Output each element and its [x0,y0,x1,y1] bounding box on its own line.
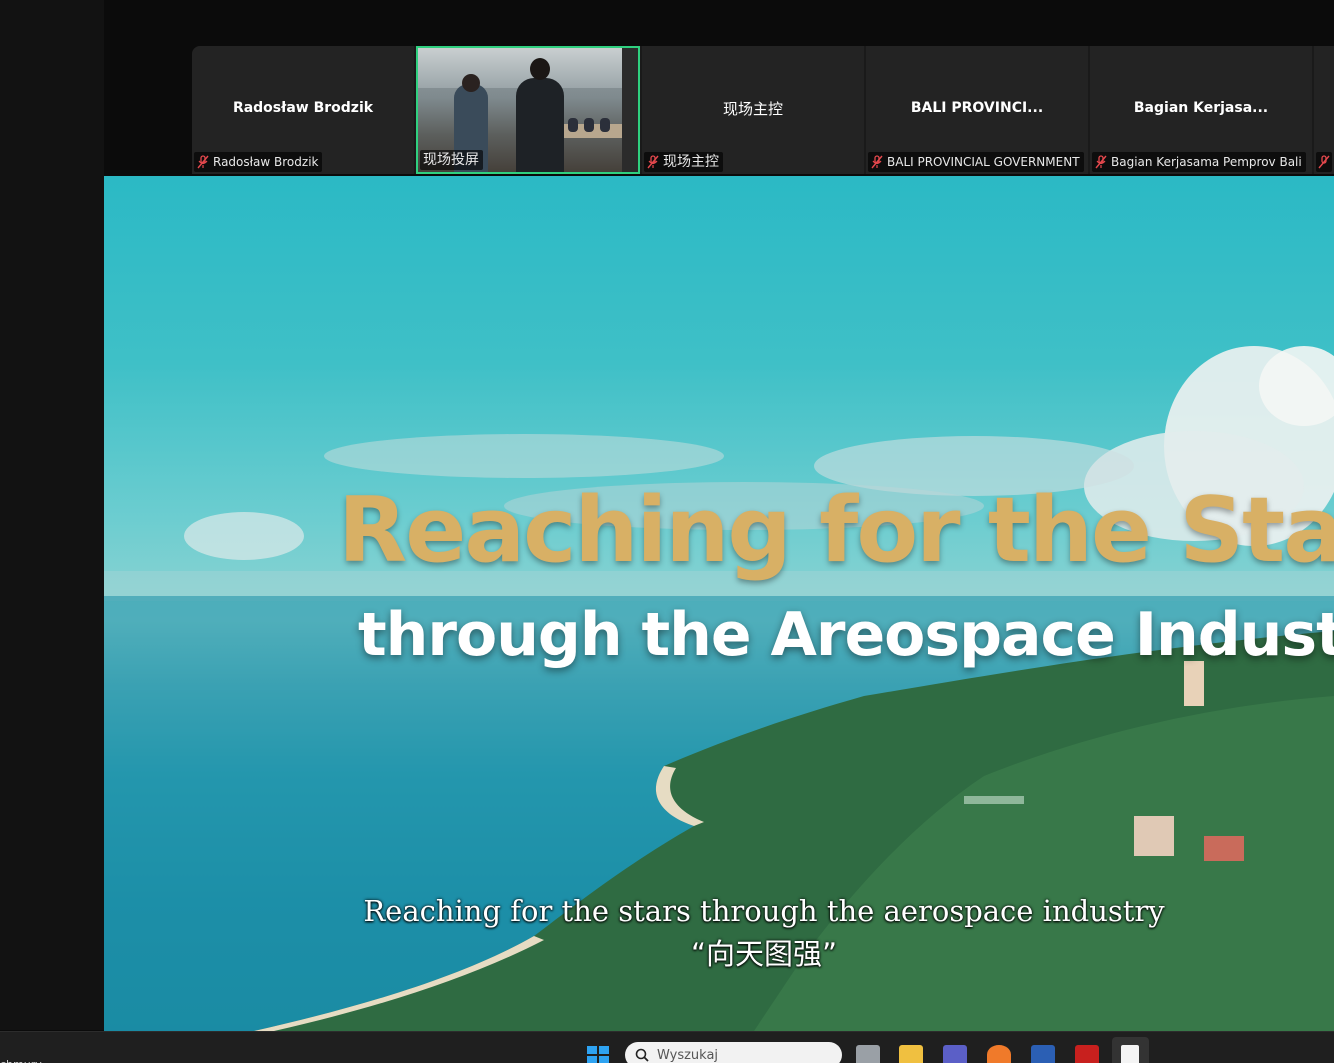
left-gutter [0,0,104,1030]
windows-start-icon[interactable] [587,1046,609,1063]
participant-name: Bagian Kerjasa... [1133,100,1269,116]
video-caption-english: Reaching for the stars through the aeros… [363,894,1165,928]
participant-label: BALI PROVINCIAL GOVERNMENT [868,152,1084,172]
task-view-icon[interactable] [856,1045,880,1063]
taskbar-search-box[interactable]: Wyszukaj [625,1042,842,1063]
video-subheadline: through the Areospace Industry [358,600,1334,670]
taskbar-weather-text[interactable]: chmury [0,1058,42,1063]
document-app-icon[interactable] [1121,1045,1139,1063]
video-headline: Reaching for the Stars [338,478,1334,583]
teams-icon[interactable] [943,1045,967,1063]
acrobat-icon[interactable] [1075,1045,1099,1063]
mic-muted-icon [1095,155,1107,169]
participant-name: Radosław Brodzik [232,100,374,116]
participant-label: Bagian Kerjasama Pemprov Bali [1092,152,1306,172]
participant-name: BALI PROVINCI... [910,100,1044,116]
participant-label-text: Bagian Kerjasama Pemprov Bali [1111,155,1302,169]
participant-label: 现场主控 [644,152,723,172]
participant-tile[interactable]: Bagian Kerjasa... Bagian Kerjasama Pempr… [1090,46,1312,174]
mic-muted-icon [1318,155,1330,169]
participant-tile-partial[interactable] [1314,46,1334,174]
video-caption-chinese: “向天图强” [690,937,838,971]
mic-muted-icon [197,155,209,169]
word-icon[interactable] [1031,1045,1055,1063]
participant-label-text: 现场投屏 [423,152,479,168]
search-icon [635,1048,649,1062]
file-explorer-icon[interactable] [899,1045,923,1063]
participant-name: 现场主控 [722,100,783,118]
participant-tile[interactable]: 现场主控 现场主控 [642,46,864,174]
firefox-icon[interactable] [987,1045,1011,1063]
mic-muted-icon [647,155,659,169]
participant-label: 现场投屏 [420,150,483,170]
participant-tile-active-speaker[interactable]: 现场投屏 [416,46,640,174]
participant-label: Radosław Brodzik [194,152,323,172]
participant-label-text: Radosław Brodzik [213,155,319,169]
participant-label-text: 现场主控 [663,154,719,170]
participant-tile[interactable]: Radosław Brodzik Radosław Brodzik [192,46,414,174]
participant-label-text: BALI PROVINCIAL GOVERNMENT [887,155,1080,169]
mic-muted-icon [871,155,883,169]
search-placeholder: Wyszukaj [657,1047,719,1063]
shared-screen-video: Reaching for the Stars through the Areos… [104,176,1334,1031]
windows-taskbar: chmury Wyszukaj [0,1031,1334,1063]
participant-label [1316,152,1332,172]
participant-tile[interactable]: BALI PROVINCI... BALI PROVINCIAL GOVERNM… [866,46,1088,174]
